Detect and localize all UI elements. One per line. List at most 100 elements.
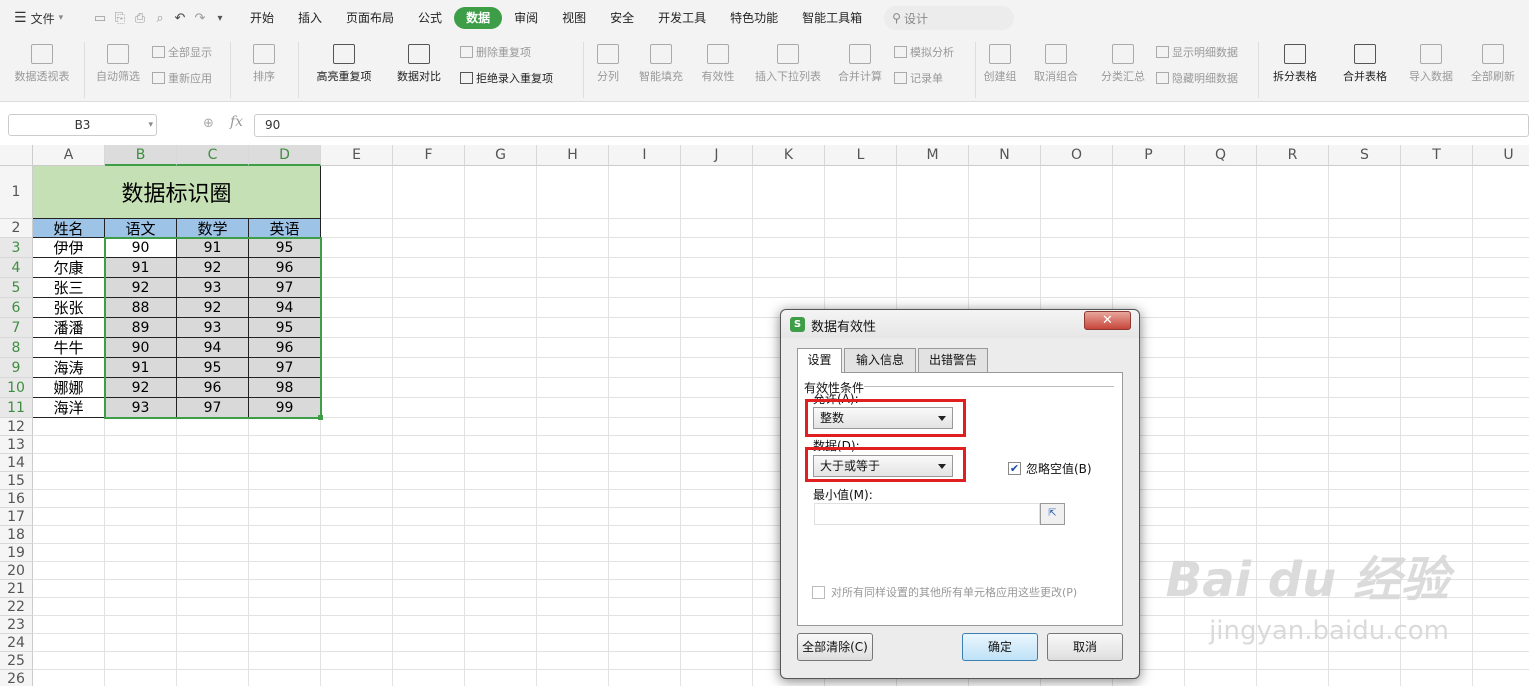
cell-M1[interactable] xyxy=(897,166,969,219)
row-header-22[interactable]: 22 xyxy=(0,598,33,616)
cell-B15[interactable] xyxy=(105,472,177,490)
cell-E17[interactable] xyxy=(321,508,393,526)
ribbon-item-9[interactable]: 分列 xyxy=(588,44,628,84)
cell-F11[interactable] xyxy=(393,398,465,418)
cell-F8[interactable] xyxy=(393,338,465,358)
cell-S5[interactable] xyxy=(1329,278,1401,298)
cell-T3[interactable] xyxy=(1401,238,1473,258)
cell-B24[interactable] xyxy=(105,634,177,652)
cell-G24[interactable] xyxy=(465,634,537,652)
cell-H5[interactable] xyxy=(537,278,609,298)
cell-S6[interactable] xyxy=(1329,298,1401,318)
fill-handle[interactable] xyxy=(318,415,323,420)
cell-C23[interactable] xyxy=(177,616,249,634)
ribbon-item-22[interactable]: 合并表格 xyxy=(1334,44,1396,84)
row-header-19[interactable]: 19 xyxy=(0,544,33,562)
cell-I15[interactable] xyxy=(609,472,681,490)
cell-U23[interactable] xyxy=(1473,616,1529,634)
cell-J1[interactable] xyxy=(681,166,753,219)
cell-L4[interactable] xyxy=(825,258,897,278)
cell-Q4[interactable] xyxy=(1185,258,1257,278)
ribbon-item-10[interactable]: 智能填充 xyxy=(634,44,688,84)
row-header-6[interactable]: 6 xyxy=(0,298,33,318)
cell-J12[interactable] xyxy=(681,418,753,436)
ribbon-item-13[interactable]: 合并计算 xyxy=(834,44,886,84)
cell-D26[interactable] xyxy=(249,670,321,686)
menu-tab-5[interactable]: 审阅 xyxy=(502,7,550,29)
cell-Q2[interactable] xyxy=(1185,219,1257,238)
cell-H14[interactable] xyxy=(537,454,609,472)
row-header-16[interactable]: 16 xyxy=(0,490,33,508)
cell-G8[interactable] xyxy=(465,338,537,358)
cell-T25[interactable] xyxy=(1401,652,1473,670)
cell-T2[interactable] xyxy=(1401,219,1473,238)
dialog-titlebar[interactable]: S 数据有效性 ✕ xyxy=(781,310,1139,338)
score-cell[interactable]: 92 xyxy=(105,278,177,298)
column-header-C[interactable]: C xyxy=(177,145,249,166)
cell-B26[interactable] xyxy=(105,670,177,686)
cell-A19[interactable] xyxy=(33,544,105,562)
min-value-input[interactable] xyxy=(814,503,1040,525)
cell-S3[interactable] xyxy=(1329,238,1401,258)
menu-tab-1[interactable]: 插入 xyxy=(286,7,334,29)
cell-A15[interactable] xyxy=(33,472,105,490)
cell-I4[interactable] xyxy=(609,258,681,278)
cell-H22[interactable] xyxy=(537,598,609,616)
row-header-9[interactable]: 9 xyxy=(0,358,33,378)
cell-G19[interactable] xyxy=(465,544,537,562)
cell-I22[interactable] xyxy=(609,598,681,616)
cell-U13[interactable] xyxy=(1473,436,1529,454)
score-cell[interactable]: 88 xyxy=(105,298,177,318)
row-header-23[interactable]: 23 xyxy=(0,616,33,634)
cell-C19[interactable] xyxy=(177,544,249,562)
cell-J18[interactable] xyxy=(681,526,753,544)
fx-icon[interactable]: fx xyxy=(230,114,243,130)
cell-C24[interactable] xyxy=(177,634,249,652)
cell-H7[interactable] xyxy=(537,318,609,338)
cell-H9[interactable] xyxy=(537,358,609,378)
cell-C22[interactable] xyxy=(177,598,249,616)
cell-R8[interactable] xyxy=(1257,338,1329,358)
cell-K5[interactable] xyxy=(753,278,825,298)
cell-A16[interactable] xyxy=(33,490,105,508)
ribbon-item-4[interactable]: 排序 xyxy=(236,44,292,84)
cell-F7[interactable] xyxy=(393,318,465,338)
cell-T12[interactable] xyxy=(1401,418,1473,436)
cell-G5[interactable] xyxy=(465,278,537,298)
column-header-J[interactable]: J xyxy=(681,145,753,166)
cell-N5[interactable] xyxy=(969,278,1041,298)
cell-C17[interactable] xyxy=(177,508,249,526)
cell-R17[interactable] xyxy=(1257,508,1329,526)
cell-E7[interactable] xyxy=(321,318,393,338)
cell-U26[interactable] xyxy=(1473,670,1529,686)
column-header-M[interactable]: M xyxy=(897,145,969,166)
cell-G6[interactable] xyxy=(465,298,537,318)
cell-G21[interactable] xyxy=(465,580,537,598)
cell-E4[interactable] xyxy=(321,258,393,278)
cell-F1[interactable] xyxy=(393,166,465,219)
name-cell[interactable]: 娜娜 xyxy=(33,378,105,398)
cell-B12[interactable] xyxy=(105,418,177,436)
cell-F13[interactable] xyxy=(393,436,465,454)
cell-D23[interactable] xyxy=(249,616,321,634)
cell-Q15[interactable] xyxy=(1185,472,1257,490)
cell-A23[interactable] xyxy=(33,616,105,634)
ignore-blank-checkbox[interactable]: ✔ xyxy=(1008,462,1021,475)
cell-U22[interactable] xyxy=(1473,598,1529,616)
name-cell[interactable]: 海洋 xyxy=(33,398,105,418)
export-icon[interactable]: ⎘ xyxy=(110,11,130,26)
cell-H23[interactable] xyxy=(537,616,609,634)
apply-all-option[interactable]: 对所有同样设置的其他所有单元格应用这些更改(P) xyxy=(812,584,1077,600)
cell-M2[interactable] xyxy=(897,219,969,238)
cell-E3[interactable] xyxy=(321,238,393,258)
cell-S26[interactable] xyxy=(1329,670,1401,686)
score-cell[interactable]: 90 xyxy=(105,338,177,358)
cell-C13[interactable] xyxy=(177,436,249,454)
cell-G22[interactable] xyxy=(465,598,537,616)
column-header-H[interactable]: H xyxy=(537,145,609,166)
cell-H4[interactable] xyxy=(537,258,609,278)
ribbon-item-5[interactable]: 高亮重复项 xyxy=(305,44,383,84)
table-header-cell[interactable]: 语文 xyxy=(105,219,177,238)
cell-M4[interactable] xyxy=(897,258,969,278)
cell-G7[interactable] xyxy=(465,318,537,338)
